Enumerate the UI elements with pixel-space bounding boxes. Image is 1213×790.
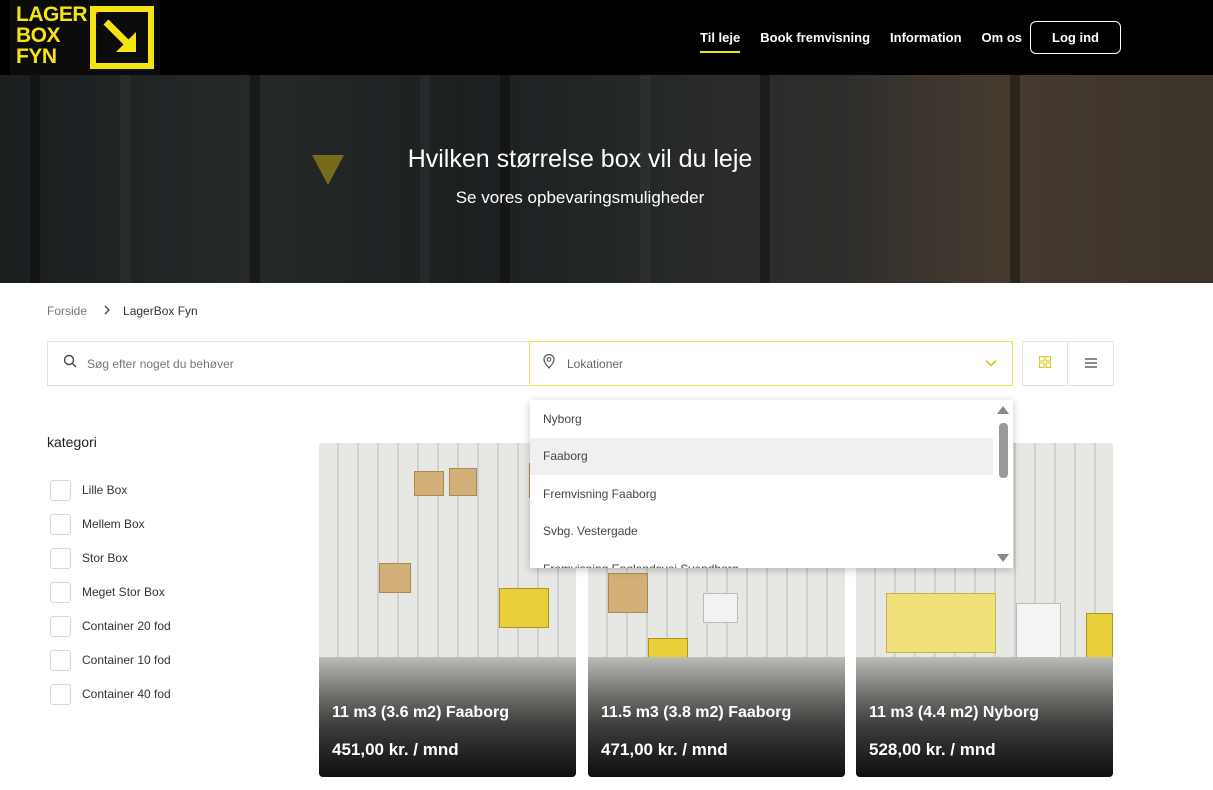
card-image-box [886, 593, 996, 653]
location-option-svbg-vestergade[interactable]: Svbg. Vestergade [530, 513, 993, 551]
nav-item-information[interactable]: Information [890, 26, 962, 49]
card-price: 471,00 kr. / mnd [601, 740, 728, 759]
card-image-box [703, 593, 738, 623]
category-checkbox[interactable] [50, 649, 71, 671]
location-option-faaborg[interactable]: Faaborg [530, 437, 993, 475]
location-option-fremvisning-englandsvej[interactable]: Fremvisning Englandsvej Svendborg [530, 550, 993, 568]
scroll-down-arrow-icon[interactable] [997, 554, 1009, 562]
category-list: Lille Box Mellem Box Stor Box Meget Stor… [50, 473, 171, 711]
nav-item-om-os[interactable]: Om os [982, 26, 1022, 49]
site-logo[interactable]: LAGER BOX FYN [10, 0, 160, 75]
category-checkbox[interactable] [50, 615, 71, 637]
category-label: Mellem Box [82, 517, 145, 531]
scrollbar-thumb[interactable] [999, 423, 1008, 478]
category-item-container-40-fod[interactable]: Container 40 fod [50, 677, 171, 711]
map-pin-icon [543, 353, 555, 374]
category-checkbox[interactable] [50, 513, 71, 535]
location-select[interactable]: Lokationer [529, 341, 1013, 386]
card-image-box [1016, 603, 1061, 658]
chevron-down-icon [984, 356, 998, 375]
category-item-container-20-fod[interactable]: Container 20 fod [50, 609, 171, 643]
breadcrumb-current: LagerBox Fyn [123, 303, 198, 318]
search-placeholder: Søg efter noget du behøver [87, 356, 234, 371]
category-item-mellem-box[interactable]: Mellem Box [50, 507, 171, 541]
search-input[interactable]: Søg efter noget du behøver [47, 341, 530, 386]
logo-line-3: FYN [16, 45, 57, 68]
card-title: 11.5 m3 (3.8 m2) Faaborg [601, 704, 792, 721]
category-label: Container 40 fod [82, 687, 171, 701]
main-nav: Til leje Book fremvisning Information Om… [700, 0, 1042, 75]
category-label: Meget Stor Box [82, 585, 165, 599]
category-item-stor-box[interactable]: Stor Box [50, 541, 171, 575]
card-image-box [499, 588, 549, 628]
list-icon [1084, 355, 1097, 373]
breadcrumb-home[interactable]: Forside [47, 304, 87, 318]
category-item-meget-stor-box[interactable]: Meget Stor Box [50, 575, 171, 609]
logo-line-1: LAGER [16, 3, 88, 26]
logo-line-2: BOX [16, 24, 61, 47]
location-placeholder: Lokationer [567, 356, 624, 371]
card-image-box [1086, 613, 1113, 658]
nav-item-til-leje[interactable]: Til leje [700, 26, 741, 53]
logo-text: LAGER BOX FYN [16, 3, 88, 68]
location-dropdown: Nyborg Faaborg Fremvisning Faaborg Svbg.… [530, 400, 1013, 568]
grid-icon [1039, 355, 1051, 373]
category-label: Lille Box [82, 483, 128, 497]
category-label: Container 20 fod [82, 619, 171, 633]
hero-subtitle: Se vores opbevaringsmuligheder [455, 188, 705, 207]
card-price: 528,00 kr. / mnd [869, 740, 996, 759]
card-title: 11 m3 (3.6 m2) Faaborg [332, 704, 509, 721]
card-price: 451,00 kr. / mnd [332, 740, 459, 759]
category-label: Container 10 fod [82, 653, 171, 667]
card-image-box [608, 573, 648, 613]
card-image-box [379, 563, 411, 593]
category-checkbox[interactable] [50, 683, 71, 705]
search-icon [63, 354, 77, 373]
dropdown-scrollbar[interactable] [993, 400, 1013, 568]
hero-overlay [0, 75, 1213, 283]
category-item-lille-box[interactable]: Lille Box [50, 473, 171, 507]
card-image-box [449, 468, 477, 496]
category-checkbox[interactable] [50, 547, 71, 569]
category-checkbox[interactable] [50, 479, 71, 501]
grid-view-button[interactable] [1022, 341, 1068, 386]
location-option-fremvisning-faaborg[interactable]: Fremvisning Faaborg [530, 475, 993, 513]
list-view-button[interactable] [1068, 341, 1114, 386]
scroll-up-arrow-icon[interactable] [997, 406, 1009, 414]
category-label: Stor Box [82, 551, 129, 565]
category-title: kategori [47, 434, 97, 450]
card-title: 11 m3 (4.4 m2) Nyborg [869, 704, 1039, 721]
location-option-nyborg[interactable]: Nyborg [530, 400, 993, 438]
category-item-container-10-fod[interactable]: Container 10 fod [50, 643, 171, 677]
logo-arrow-icon [90, 6, 154, 69]
chevron-right-icon [103, 303, 111, 318]
category-checkbox[interactable] [50, 581, 71, 603]
hero-title: Hvilken størrelse box vil du leje [407, 145, 753, 173]
card-image-box [414, 471, 444, 496]
site-header: LAGER BOX FYN Til leje Book fremvisning … [0, 0, 1213, 75]
nav-item-book-fremvisning[interactable]: Book fremvisning [760, 26, 870, 49]
hero-banner: Hvilken størrelse box vil du leje Se vor… [0, 75, 1213, 283]
breadcrumb: Forside LagerBox Fyn [47, 303, 198, 318]
login-button[interactable]: Log ind [1030, 21, 1121, 54]
